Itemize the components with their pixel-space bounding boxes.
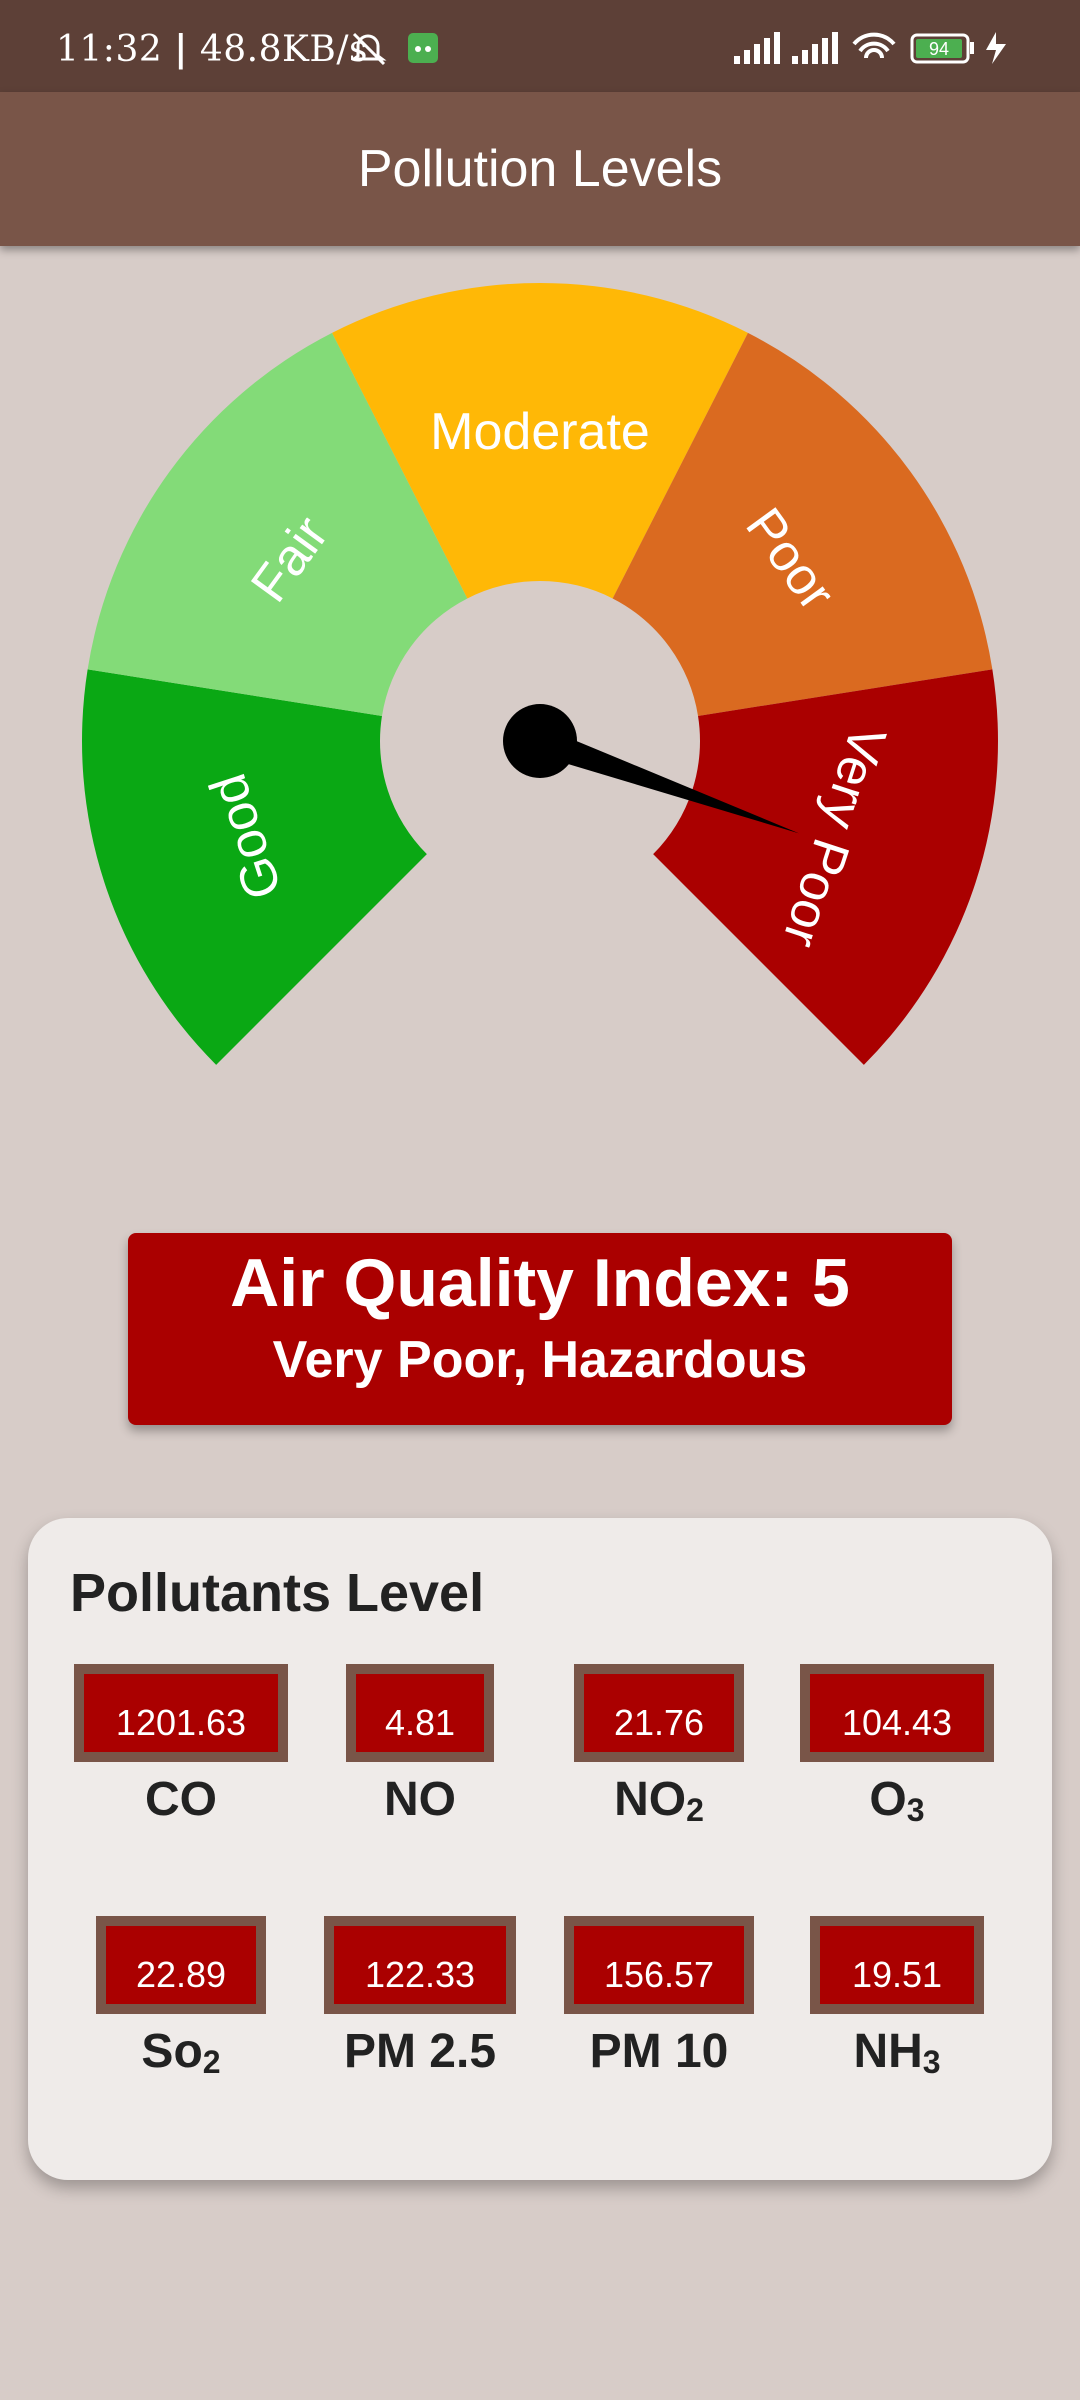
pollutant-value: 1201.63 — [74, 1664, 288, 1762]
needle-hub — [503, 704, 577, 778]
pollutant-no: 4.81 NO — [346, 1664, 494, 1840]
pollutants-title: Pollutants Level — [70, 1563, 485, 1623]
aqi-summary: Air Quality Index: 5 Very Poor, Hazardou… — [128, 1233, 952, 1425]
gauge-label-moderate: Moderate — [430, 403, 650, 461]
battery-icon: 94 — [910, 33, 974, 64]
aqi-title: Air Quality Index: 5 — [230, 1245, 850, 1321]
pollutant-value: 21.76 — [574, 1664, 744, 1762]
pollutants-card: Pollutants Level 1201.63 CO 4.81 NO 21.7… — [28, 1518, 1052, 2180]
pollutant-pm10: 156.57 PM 10 — [564, 1916, 754, 2092]
clock: 11:32 — [56, 29, 163, 70]
pollutant-label: NO2 — [614, 1773, 704, 1828]
aqi-description: Very Poor, Hazardous — [272, 1331, 808, 1389]
pollutant-value: 19.51 — [810, 1916, 984, 2014]
pollutant-label: PM 2.5 — [343, 2025, 497, 2078]
page-title: Pollution Levels — [357, 140, 723, 198]
pollutant-label: NH3 — [853, 2025, 941, 2080]
charging-icon — [986, 32, 1006, 64]
pollutant-label: CO — [145, 1773, 217, 1826]
pollutant-label: O3 — [869, 1773, 925, 1828]
status-time-and-speed: 11:32 | 48.8KB/s — [56, 28, 368, 70]
battery-level: 94 — [929, 39, 949, 59]
pollutant-no2: 21.76 NO2 — [574, 1664, 744, 1840]
pollutant-value: 122.33 — [324, 1916, 516, 2014]
mute-icon — [349, 32, 387, 66]
status-bar: 11:32 | 48.8KB/s 94 — [0, 0, 1080, 92]
aqi-gauge: GoodFairModeratePoorVery Poor — [82, 283, 998, 1065]
status-right-icons: 94 — [734, 30, 1024, 71]
signal-icon — [734, 32, 838, 64]
app-bar: Pollution Levels — [0, 92, 1080, 246]
pollutant-o3: 104.43 O3 — [800, 1664, 994, 1840]
pollutant-value: 22.89 — [96, 1916, 266, 2014]
network-speed: 48.8KB/s — [199, 29, 368, 70]
android-app-icon — [408, 33, 438, 63]
pollutant-value: 4.81 — [346, 1664, 494, 1762]
pollutant-value: 104.43 — [800, 1664, 994, 1762]
pollutant-pm25: 122.33 PM 2.5 — [324, 1916, 516, 2092]
pollutant-so2: 22.89 So2 — [96, 1916, 266, 2092]
pollutant-nh3: 19.51 NH3 — [810, 1916, 984, 2092]
pollutant-label: NO — [384, 1773, 456, 1826]
pollutant-co: 1201.63 CO — [74, 1664, 288, 1840]
pollutant-value: 156.57 — [564, 1916, 754, 2014]
pollutant-label: PM 10 — [589, 2025, 729, 2078]
pollutant-label: So2 — [141, 2025, 221, 2080]
wifi-icon — [852, 32, 896, 59]
status-left-icons — [349, 30, 442, 71]
